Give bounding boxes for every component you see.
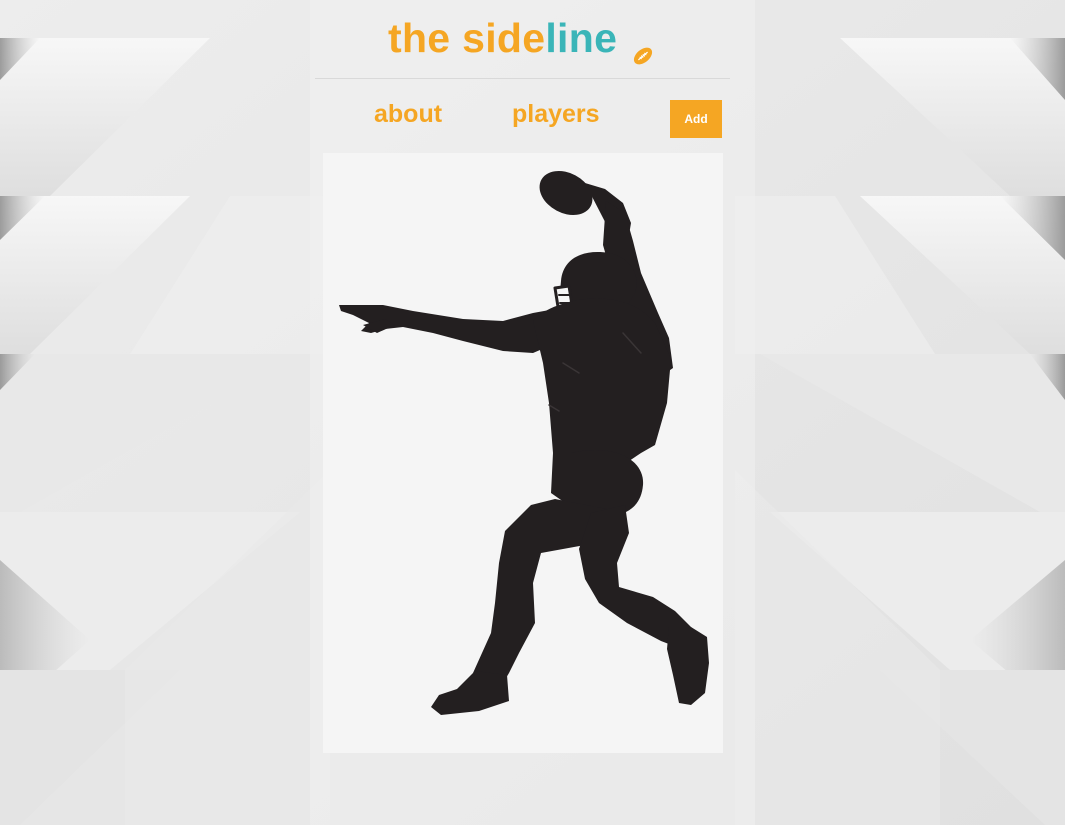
- nav-players-link[interactable]: players: [512, 97, 600, 131]
- logo-text-primary: the side: [388, 15, 546, 61]
- page: the side line about players Add: [0, 0, 1065, 825]
- football-icon: [631, 28, 655, 65]
- player-image-card: [323, 153, 723, 753]
- header-divider: [315, 78, 730, 79]
- add-button[interactable]: Add: [670, 100, 722, 138]
- logo-text-accent: line: [545, 15, 618, 61]
- site-logo[interactable]: the side line: [388, 12, 655, 65]
- football-player-silhouette-icon: [339, 170, 709, 715]
- nav-about-link[interactable]: about: [374, 97, 442, 131]
